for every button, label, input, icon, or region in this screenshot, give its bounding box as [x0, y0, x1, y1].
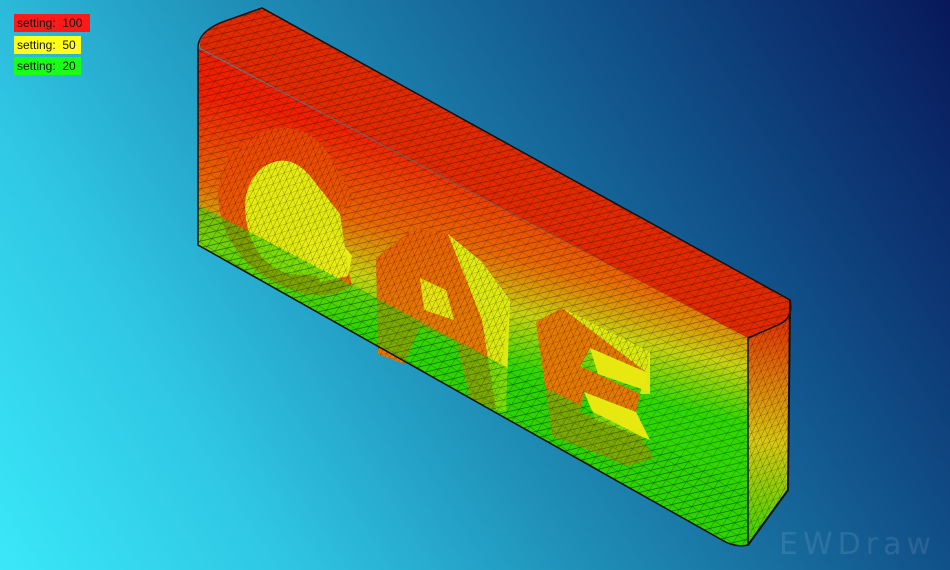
- watermark-logo: EWDraw: [779, 527, 936, 562]
- slab-right-face: [747, 299, 791, 546]
- legend-entry-20: setting: 20: [14, 57, 81, 75]
- legend-entry-100: setting: 100: [14, 14, 90, 32]
- 3d-viewport[interactable]: setting: 100 setting: 50 setting: 20 EWD…: [0, 0, 950, 570]
- mesh-model[interactable]: [0, 0, 950, 570]
- legend-entry-50: setting: 50: [14, 36, 81, 54]
